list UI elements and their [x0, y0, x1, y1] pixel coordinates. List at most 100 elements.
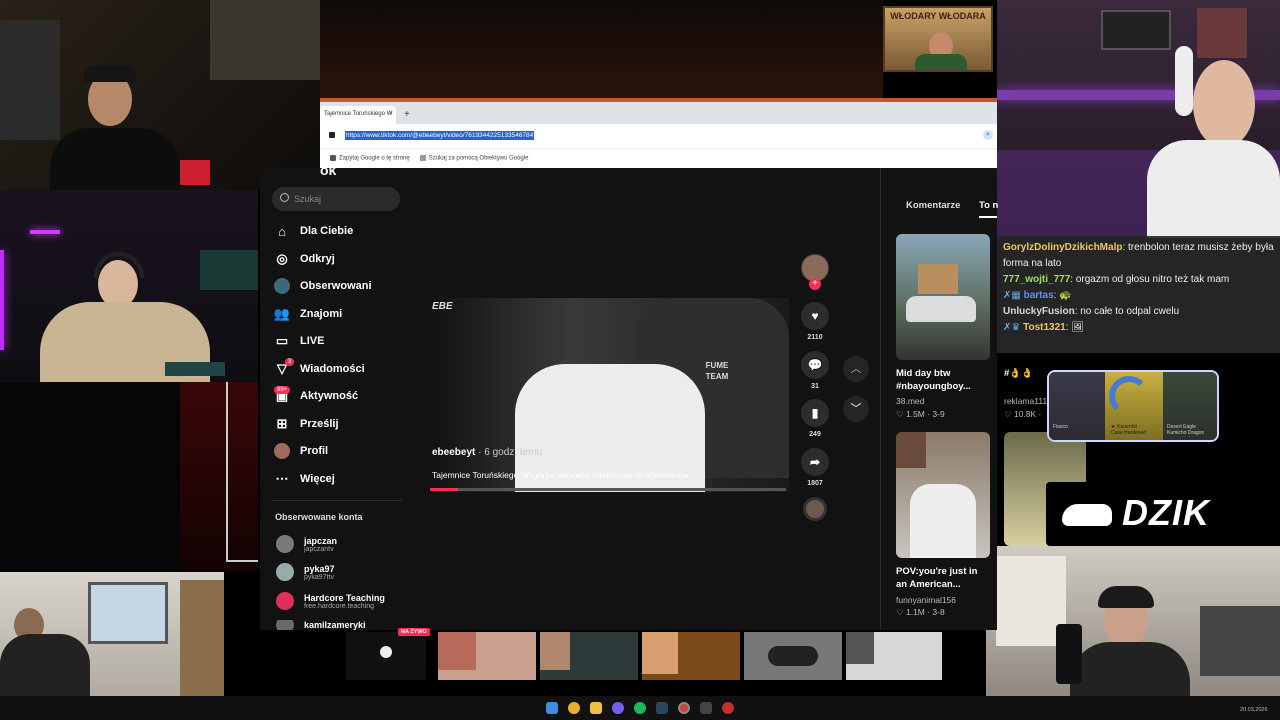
- related-video-author[interactable]: reklama111: [1004, 396, 1048, 406]
- wlodary-banner: WŁODARY WŁODARA: [883, 6, 993, 72]
- nav-for-you[interactable]: ⌂ Dla Ciebie: [274, 222, 353, 240]
- followed-account[interactable]: kamilzameryki: [276, 620, 366, 630]
- url-text[interactable]: https://www.tiktok.com/@ebeebeyt/video/7…: [345, 131, 535, 140]
- video-progress-track[interactable]: [430, 488, 786, 491]
- nav-label: Obserwowani: [300, 280, 372, 292]
- app-icon[interactable]: [700, 702, 712, 714]
- discord-icon[interactable]: [612, 702, 624, 714]
- live-tile[interactable]: [642, 632, 740, 680]
- browser-tab[interactable]: Tajemnice Toruńskiego W ×: [320, 106, 396, 124]
- nav-label: Dla Ciebie: [300, 225, 354, 237]
- next-video-button[interactable]: ﹀: [843, 396, 869, 422]
- chat-username[interactable]: GorylzDolinyDzikichMalp: [1003, 242, 1122, 253]
- tab-bar: Tajemnice Toruńskiego W × +: [320, 102, 997, 124]
- boar-icon: [1062, 504, 1112, 526]
- app-icon[interactable]: [722, 702, 734, 714]
- nav-live[interactable]: ▭ LIVE: [274, 332, 325, 350]
- upload-icon: ⊞: [276, 416, 288, 431]
- badge-icons: ✗▦: [1003, 290, 1024, 301]
- live-tile[interactable]: [438, 632, 536, 680]
- tiktok-favicon-icon: [329, 132, 335, 138]
- avatar: [276, 620, 294, 630]
- nav-friends[interactable]: 👥 Znajomi: [274, 305, 342, 323]
- related-video-thumbnail[interactable]: [896, 432, 990, 558]
- related-video-stats: ♡ 1.1M · 3-8: [896, 607, 945, 617]
- close-tab-icon[interactable]: ×: [389, 110, 393, 117]
- related-video-stats: ♡ 10.8K ·: [1004, 409, 1042, 419]
- nav-label: Profil: [300, 445, 329, 457]
- share-button[interactable]: ➦ 1807: [801, 448, 829, 487]
- more-icon: ⋯: [275, 471, 289, 486]
- new-tab-button[interactable]: +: [404, 106, 410, 124]
- followed-account[interactable]: Hardcore Teaching free.hardcore.teaching: [276, 592, 385, 610]
- video-time: · 6 godz. temu: [478, 447, 543, 458]
- obs-icon[interactable]: [678, 702, 690, 714]
- divider: [272, 500, 402, 501]
- follow-plus-icon[interactable]: +: [809, 278, 821, 290]
- avatar: [276, 592, 294, 610]
- live-tile[interactable]: [846, 632, 942, 680]
- dzik-logo: DZIK: [1046, 482, 1242, 546]
- webcam-top-right: [997, 0, 1280, 238]
- nav-profile[interactable]: Profil: [274, 442, 328, 460]
- chat-username[interactable]: UnluckyFusion: [1003, 306, 1075, 317]
- related-video-title[interactable]: POV:you're just in an American...: [896, 565, 980, 591]
- nav-more[interactable]: ⋯ Więcej: [274, 470, 335, 488]
- activity-badge: 99+: [274, 386, 291, 394]
- related-video-thumbnail[interactable]: [896, 234, 990, 360]
- previous-video-button[interactable]: ︿: [843, 356, 869, 382]
- account-handle: free.hardcore.teaching: [304, 602, 375, 610]
- search-icon: [280, 193, 289, 202]
- suggestion-ask-google[interactable]: Zapytaj Google o tę stronę: [330, 155, 410, 162]
- tiktok-logo[interactable]: ok: [320, 162, 336, 178]
- google-lens-icon[interactable]: ⌕: [983, 130, 993, 140]
- chat-username[interactable]: Tost1321: [1023, 322, 1066, 333]
- live-tile[interactable]: [540, 632, 638, 680]
- chat-username[interactable]: 777_wojti_777: [1003, 274, 1070, 285]
- music-disc-avatar[interactable]: [803, 497, 827, 521]
- chat-message: 777_wojti_777: orgazm od głosu nitro też…: [1003, 274, 1230, 285]
- webcam-mid-left: [0, 190, 258, 382]
- twitch-chat: GorylzDolinyDzikichMalp: trenbolon teraz…: [997, 236, 1280, 353]
- nav-explore[interactable]: ◎ Odkryj: [274, 250, 335, 268]
- webcam-top-left: [0, 0, 320, 190]
- karambit-icon: [1109, 376, 1149, 416]
- nav-label: Więcej: [300, 473, 335, 485]
- share-count: 1807: [807, 480, 823, 487]
- windows-start-icon[interactable]: [546, 702, 558, 714]
- followed-account[interactable]: japczan japczantv: [276, 535, 337, 553]
- suggestion-google-lens[interactable]: Szukaj za pomocą Obiektywu Google: [419, 155, 528, 162]
- nav-label: Wiadomości: [300, 363, 365, 375]
- like-button[interactable]: ♥ 2110: [801, 302, 829, 341]
- comment-count: 31: [811, 383, 819, 390]
- live-icon: ▭: [275, 333, 289, 348]
- chrome-icon[interactable]: [568, 702, 580, 714]
- background-scene: [320, 0, 883, 98]
- followed-account[interactable]: pyka97 pyka97ttv: [276, 563, 335, 581]
- video-player[interactable]: EBE FUME TEAM: [427, 298, 789, 492]
- home-icon: ⌂: [278, 223, 286, 239]
- related-video-author[interactable]: funnyanimal156: [896, 595, 956, 605]
- nav-upload[interactable]: ⊞ Prześlij: [274, 415, 339, 433]
- live-tile[interactable]: [346, 632, 426, 680]
- save-button[interactable]: ▮ 249: [801, 399, 829, 438]
- spotify-icon[interactable]: [634, 702, 646, 714]
- nav-following[interactable]: Obserwowani: [274, 277, 372, 295]
- folder-icon[interactable]: [590, 702, 602, 714]
- google-icon: [330, 155, 336, 162]
- tab-more[interactable]: To n: [979, 200, 998, 211]
- related-video-title[interactable]: #👌👌👌🎁: [1004, 367, 1032, 380]
- steam-icon[interactable]: [656, 702, 668, 714]
- video-caption: Tajemnice Toruńskiego Wzgórza #ebeebe #d…: [432, 470, 688, 480]
- search-input[interactable]: Szukaj: [272, 187, 400, 211]
- tab-comments[interactable]: Komentarze: [906, 200, 960, 211]
- bookmark-icon: ▮: [801, 399, 829, 427]
- video-author[interactable]: ebeebeyt: [432, 447, 475, 458]
- chat-username[interactable]: bartas: [1024, 290, 1054, 301]
- live-tile[interactable]: [744, 632, 842, 680]
- related-video-author[interactable]: 38.med: [896, 396, 924, 406]
- comment-button[interactable]: 💬 31: [801, 351, 829, 390]
- related-video-title[interactable]: Mid day btw #nbayoungboy...: [896, 367, 976, 393]
- search-placeholder: Szukaj: [294, 194, 322, 204]
- address-bar[interactable]: https://www.tiktok.com/@ebeebeyt/video/7…: [320, 124, 997, 148]
